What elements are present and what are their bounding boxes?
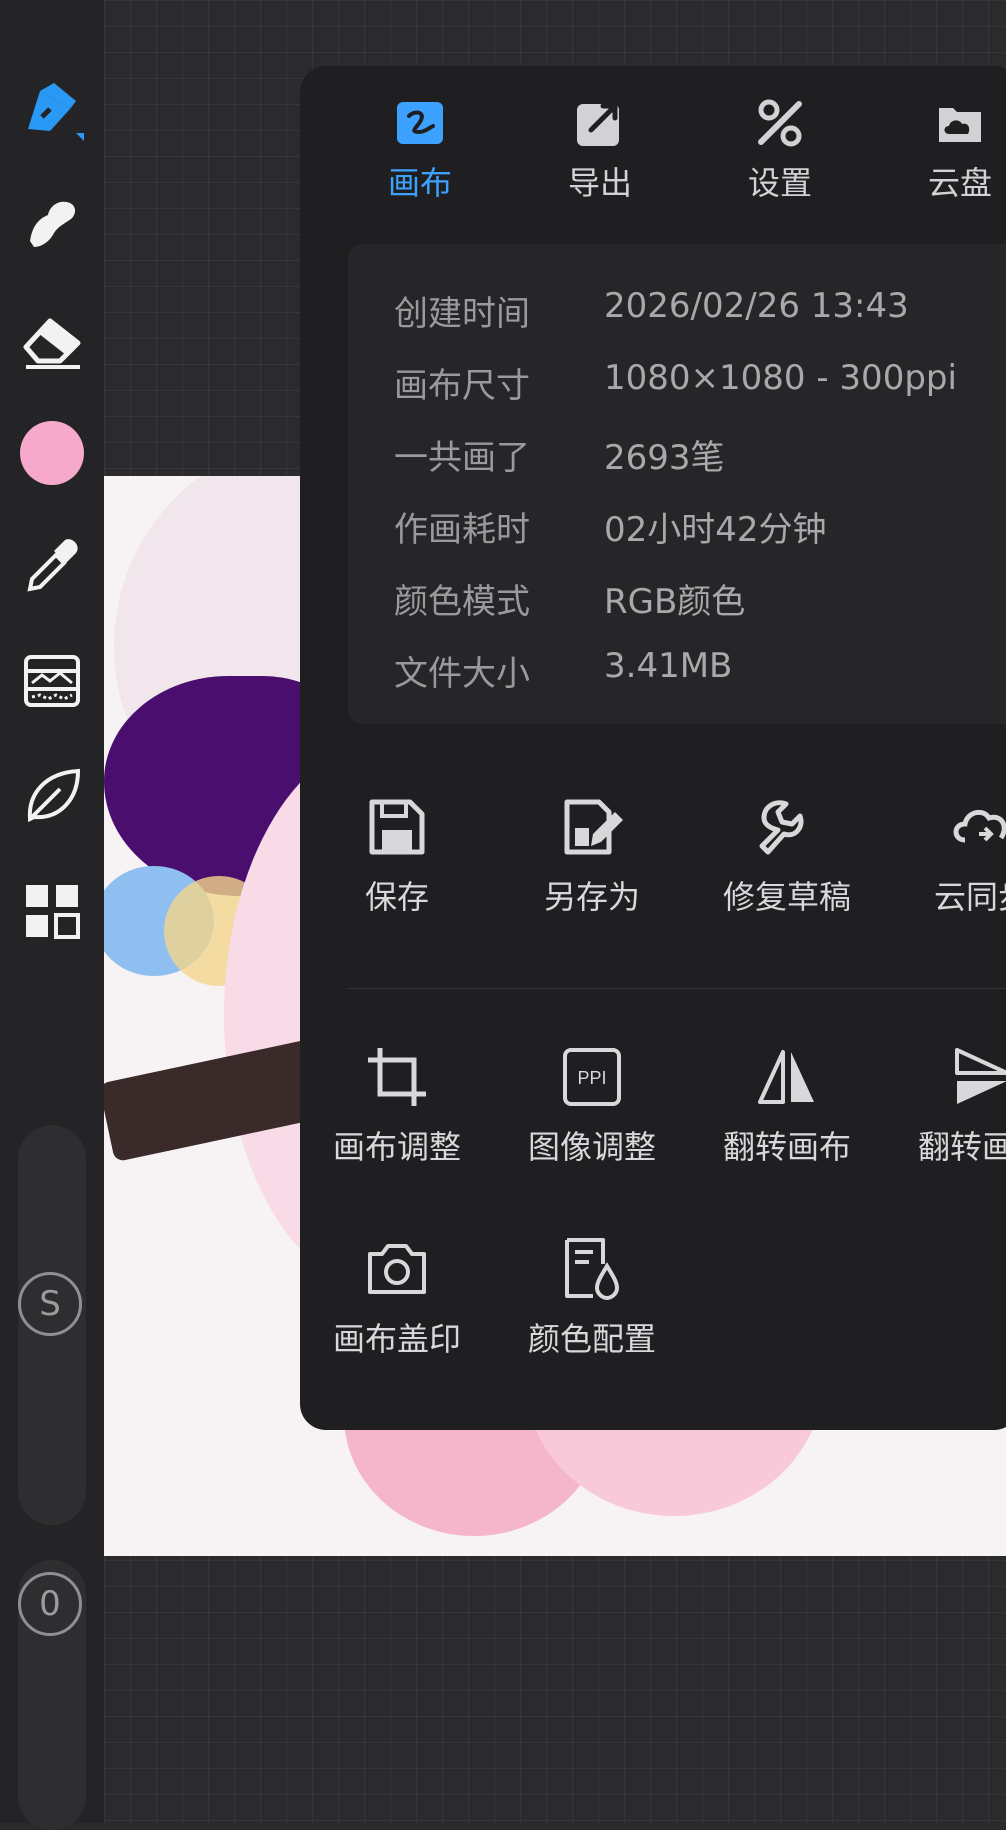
tab-label: 导出 <box>567 164 632 202</box>
action-label: 另存为 <box>543 878 640 916</box>
tab-cloud-drive[interactable]: 云盘 <box>885 98 1006 218</box>
export-icon <box>577 103 619 146</box>
ppi-icon: PPI <box>563 1048 621 1106</box>
action-label: 云同步 <box>933 878 1006 916</box>
tab-label: 云盘 <box>927 164 992 202</box>
brush-size-knob[interactable]: S <box>18 1272 82 1336</box>
repair-draft-button[interactable]: 修复草稿 <box>692 794 882 934</box>
info-value: 1080×1080 - 300ppi <box>604 358 957 398</box>
tab-label: 画布 <box>387 164 452 202</box>
action-label: 修复草稿 <box>722 878 851 916</box>
info-value: 3.41MB <box>604 646 733 686</box>
leaf-tool[interactable] <box>17 760 87 830</box>
info-value: RGB颜色 <box>604 582 746 622</box>
info-key: 画布尺寸 <box>394 366 530 406</box>
image-adjust-button[interactable]: PPI 图像调整 <box>497 1044 687 1184</box>
tab-canvas[interactable]: 画布 <box>345 98 495 218</box>
info-value: 2693笔 <box>604 438 725 478</box>
crop-icon <box>368 1048 426 1106</box>
action-label: 翻转画布 <box>722 1128 851 1166</box>
pen-icon <box>28 83 84 141</box>
info-key: 文件大小 <box>394 654 530 694</box>
action-label: 保存 <box>364 878 429 916</box>
flip-canvas-horizontal-button[interactable]: 翻转画布 <box>692 1044 882 1184</box>
action-label: 画布调整 <box>332 1128 461 1166</box>
settings-icon <box>758 99 802 147</box>
info-key: 颜色模式 <box>394 582 530 622</box>
info-value: 02小时42分钟 <box>604 510 827 550</box>
color-profile-button[interactable]: 颜色配置 <box>497 1236 687 1376</box>
action-label: 图像调整 <box>527 1128 656 1166</box>
canvas-menu-panel: 画布 导出 设置 云盘 创建时间 2026/02/26 13:43 画布尺寸 1… <box>300 66 1006 1430</box>
adjust-tool[interactable] <box>17 646 87 716</box>
canvas-icon <box>397 102 443 144</box>
canvas-info-box: 创建时间 2026/02/26 13:43 画布尺寸 1080×1080 - 3… <box>348 244 1006 724</box>
action-label: 翻转画布 <box>917 1128 1006 1166</box>
eyedropper-icon <box>27 539 78 592</box>
pen-tool[interactable] <box>17 76 87 146</box>
save-as-button[interactable]: 另存为 <box>497 794 687 934</box>
canvas-stamp-button[interactable]: 画布盖印 <box>302 1236 492 1376</box>
eraser-tool[interactable] <box>17 304 87 374</box>
menu-tabs: 画布 导出 设置 云盘 <box>300 66 1006 226</box>
action-label: 颜色配置 <box>527 1320 656 1358</box>
repair-icon <box>759 800 804 855</box>
save-icon <box>369 799 425 855</box>
info-key: 作画耗时 <box>394 510 530 550</box>
save-button[interactable]: 保存 <box>302 794 492 934</box>
smudge-tool[interactable] <box>17 188 87 258</box>
color-profile-icon <box>565 1238 620 1301</box>
opacity-knob[interactable]: 0 <box>18 1572 82 1636</box>
leaf-icon <box>27 768 81 823</box>
eraser-icon <box>23 318 81 369</box>
flip-vertical-icon <box>955 1048 1006 1104</box>
tab-label: 设置 <box>747 164 812 202</box>
flip-horizontal-icon <box>758 1050 814 1104</box>
image-adjust-icon <box>24 655 80 707</box>
grid-icon <box>26 885 80 939</box>
tab-settings[interactable]: 设置 <box>705 98 855 218</box>
camera-icon <box>368 1244 426 1294</box>
info-value: 2026/02/26 13:43 <box>604 286 909 326</box>
left-toolbar: S 0 <box>0 0 104 1830</box>
cloud-drive-icon <box>939 108 981 142</box>
info-key: 创建时间 <box>394 294 530 334</box>
info-key: 一共画了 <box>394 438 530 478</box>
cloud-sync-button[interactable]: 云同步 <box>887 794 1006 934</box>
cloud-sync-icon <box>953 809 1006 843</box>
smudge-icon <box>30 201 76 247</box>
canvas-adjust-button[interactable]: 画布调整 <box>302 1044 492 1184</box>
section-divider <box>348 988 1006 989</box>
save-as-icon <box>564 799 623 855</box>
layers-tool[interactable] <box>17 876 87 946</box>
flip-canvas-vertical-button[interactable]: 翻转画布 <box>887 1044 1006 1184</box>
ppi-text: PPI <box>577 1068 606 1088</box>
current-color-swatch[interactable] <box>20 421 84 485</box>
eyedropper-tool[interactable] <box>17 530 87 600</box>
action-label: 画布盖印 <box>332 1320 461 1358</box>
tab-export[interactable]: 导出 <box>525 98 675 218</box>
